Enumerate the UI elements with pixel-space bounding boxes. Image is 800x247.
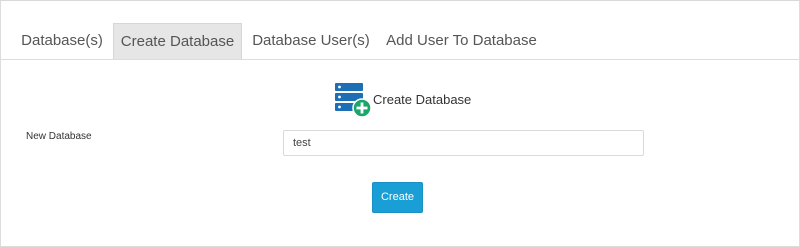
tab-database-users[interactable]: Database User(s) (245, 23, 377, 59)
tab-add-user-to-database[interactable]: Add User To Database (378, 23, 545, 59)
database-add-icon (335, 83, 372, 118)
new-database-input[interactable] (283, 130, 644, 156)
create-button[interactable]: Create (372, 182, 423, 213)
tab-databases[interactable]: Database(s) (12, 23, 112, 59)
section-title: Create Database (373, 92, 472, 107)
new-database-label: New Database (26, 131, 92, 142)
tab-create-database[interactable]: Create Database (113, 23, 242, 59)
tab-bar: Database(s) Create Database Database Use… (0, 23, 800, 60)
